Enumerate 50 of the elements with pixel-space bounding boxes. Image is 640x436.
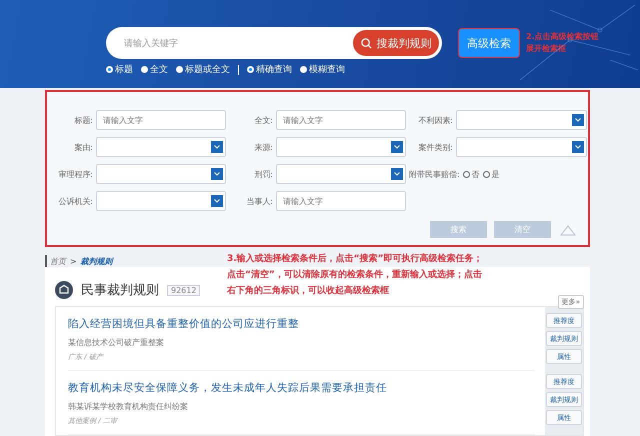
- annotation-text: 2.点击高级检索按钮 展开检索框: [526, 31, 599, 55]
- match-radio[interactable]: 模糊查询: [300, 63, 345, 76]
- field-label: 当事人:: [245, 196, 273, 206]
- field-label: 附带民事赔偿:: [409, 168, 460, 180]
- dropdown-caret-icon: [211, 195, 223, 207]
- breadcrumb-separator: >: [70, 256, 77, 266]
- case-title-link[interactable]: 教育机构未尽安全保障义务，发生未成年人失踪后果需要承担责任: [68, 381, 535, 395]
- search-button[interactable]: 搜裁判规则: [353, 30, 439, 56]
- dropdown-caret-icon: [572, 114, 584, 126]
- dropdown-field[interactable]: [276, 137, 406, 157]
- case-title-link[interactable]: 陷入经营困境但具备重整价值的公司应进行重整: [68, 317, 535, 331]
- dropdown-caret-icon: [391, 141, 403, 153]
- search-field[interactable]: 请输入关键字 搜裁判规则: [106, 27, 442, 59]
- field-label: 公诉机关:: [57, 196, 93, 206]
- field-label: 全文:: [253, 114, 273, 126]
- breadcrumb-link[interactable]: 首页: [50, 256, 66, 266]
- dropdown-caret-icon: [211, 141, 223, 153]
- breadcrumb-current[interactable]: 裁判规则: [80, 256, 113, 266]
- advanced-search-button[interactable]: 高级检索: [458, 28, 520, 58]
- match-radio[interactable]: 精确查询: [247, 63, 292, 76]
- scope-radio[interactable]: 标题或全文: [176, 63, 230, 76]
- field-label: 审理程序:: [57, 168, 93, 180]
- field-label: 案件类别:: [417, 142, 453, 152]
- case-name: 韩某诉某学校教育机构责任纠纷案: [68, 401, 189, 412]
- text-field[interactable]: 请输入文字: [96, 110, 226, 130]
- field-label: 标题:: [73, 114, 93, 126]
- field-label: 案由:: [73, 142, 93, 152]
- dropdown-field[interactable]: [456, 137, 587, 157]
- dropdown-field[interactable]: [276, 164, 406, 184]
- dropdown-field[interactable]: [96, 191, 226, 211]
- count-badge: 92612: [167, 284, 200, 296]
- radio-option[interactable]: 是: [482, 168, 500, 180]
- dropdown-field[interactable]: [96, 164, 226, 184]
- field-label: 不利因素:: [417, 114, 453, 126]
- text-field[interactable]: 请输入文字: [276, 110, 406, 130]
- dropdown-caret-icon: [572, 141, 584, 153]
- field-label: 来源:: [253, 142, 273, 152]
- radio-option[interactable]: 否: [462, 168, 480, 180]
- scope-radio[interactable]: 全文: [141, 63, 168, 76]
- dropdown-caret-icon: [211, 168, 223, 180]
- field-label: 刑罚:: [253, 168, 273, 180]
- section-title: 民事裁判规则: [81, 282, 159, 299]
- search-icon: [360, 38, 372, 48]
- dropdown-field[interactable]: [96, 137, 226, 157]
- annotation-text: 3.输入或选择检索条件后，点击“搜索”即可执行高级检索任务； 点击“清空”，可以清除原有的检索条件，重新输入或选择；点击 右下角的三角标识，可以收起高级检索框: [227, 252, 483, 298]
- dropdown-field[interactable]: [456, 110, 587, 130]
- scope-radio[interactable]: 标题: [106, 63, 133, 76]
- text-field[interactable]: 请输入文字: [276, 191, 406, 211]
- case-name: 某信息技术公司破产重整案: [68, 337, 165, 348]
- dropdown-caret-icon: [391, 168, 403, 180]
